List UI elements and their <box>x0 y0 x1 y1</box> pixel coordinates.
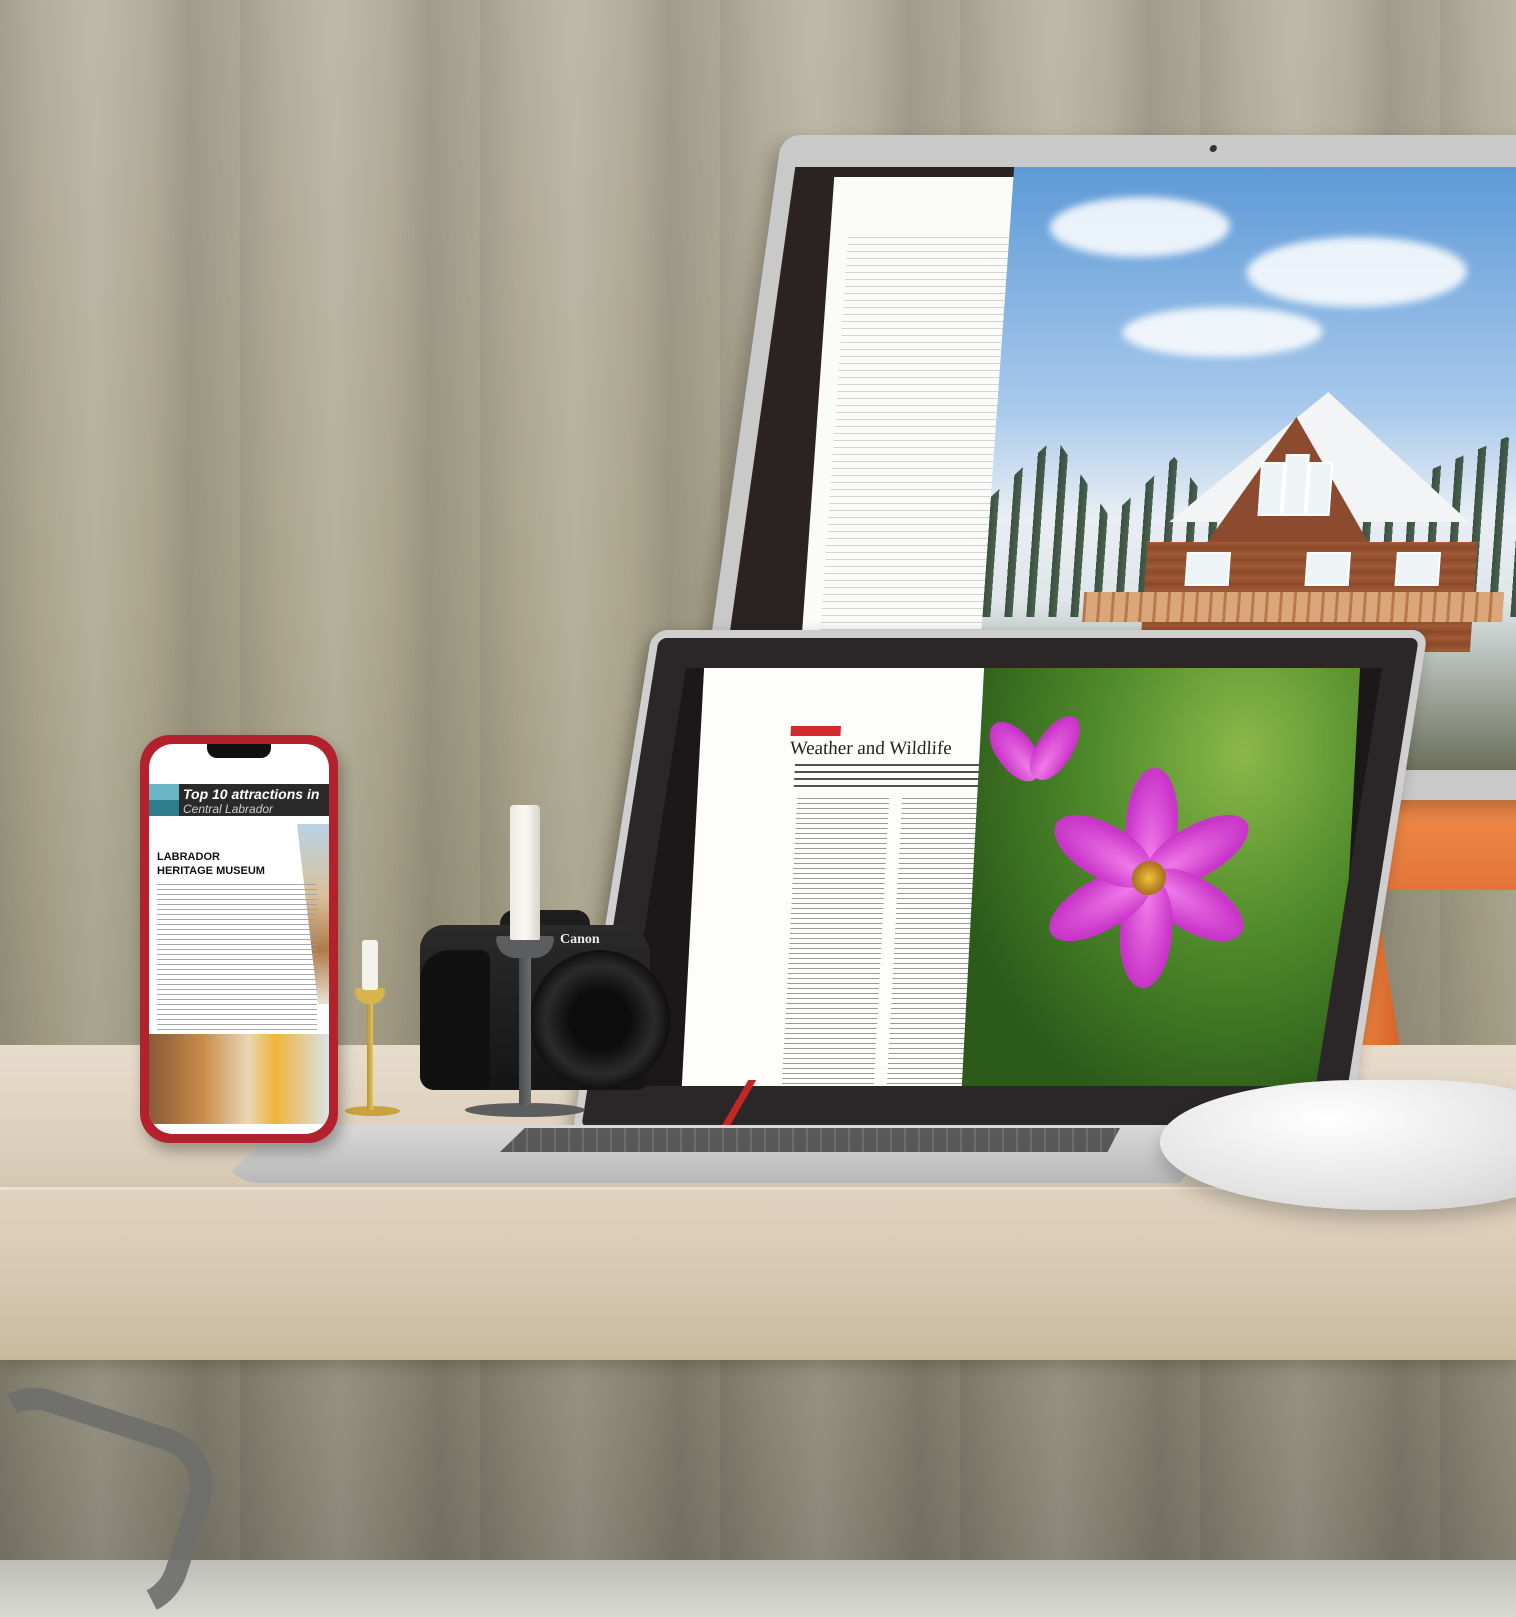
phone-museum-photo <box>149 1034 329 1124</box>
text-column <box>781 798 890 1086</box>
floor <box>0 1560 1516 1617</box>
phone-notch <box>207 744 271 758</box>
phone-header-subtitle: Central Labrador <box>183 802 274 816</box>
flower-photo <box>961 668 1361 1086</box>
cloud <box>1244 237 1470 307</box>
desk-scene: Weather and Wildlife Canon Top 10 attrac… <box>0 0 1516 1617</box>
header-thumbnail <box>149 784 179 816</box>
camera-lens <box>530 950 670 1090</box>
tall-candle <box>510 805 540 940</box>
small-candle <box>362 940 378 990</box>
phone-header-title: Top 10 attractions in <box>183 786 320 802</box>
candle-holder-stem <box>519 955 531 1105</box>
laptop-keyboard[interactable] <box>500 1128 1120 1152</box>
log-lodge <box>1082 392 1505 652</box>
laptop-lid: Weather and Wildlife <box>571 630 1429 1136</box>
phone-section-title: LABRADOR <box>157 851 220 863</box>
lodge-window <box>1304 552 1351 586</box>
article-title: Weather and Wildlife <box>789 738 953 759</box>
lodge-window <box>1394 552 1441 586</box>
lodge-deck-railing <box>1082 592 1505 622</box>
phone-body-text <box>157 884 317 1034</box>
lodge-window <box>1184 552 1231 586</box>
camera-brand-label: Canon <box>560 932 600 947</box>
camera-grip <box>420 950 490 1090</box>
cloud <box>1047 197 1233 257</box>
brass-holder-stem <box>367 1000 373 1110</box>
phone-section-title: HERITAGE MUSEUM <box>157 865 265 877</box>
webcam-icon <box>1209 145 1218 152</box>
section-kicker <box>790 726 841 736</box>
smartphone: Top 10 attractions in Central Labrador L… <box>140 735 338 1143</box>
candle-holder-base <box>465 1103 585 1117</box>
laptop-screen[interactable]: Weather and Wildlife <box>619 668 1383 1086</box>
desk-front <box>0 1190 1516 1360</box>
phone-screen[interactable]: Top 10 attractions in Central Labrador L… <box>149 744 329 1134</box>
cloud <box>1120 307 1325 357</box>
lodge-window <box>1305 462 1334 516</box>
